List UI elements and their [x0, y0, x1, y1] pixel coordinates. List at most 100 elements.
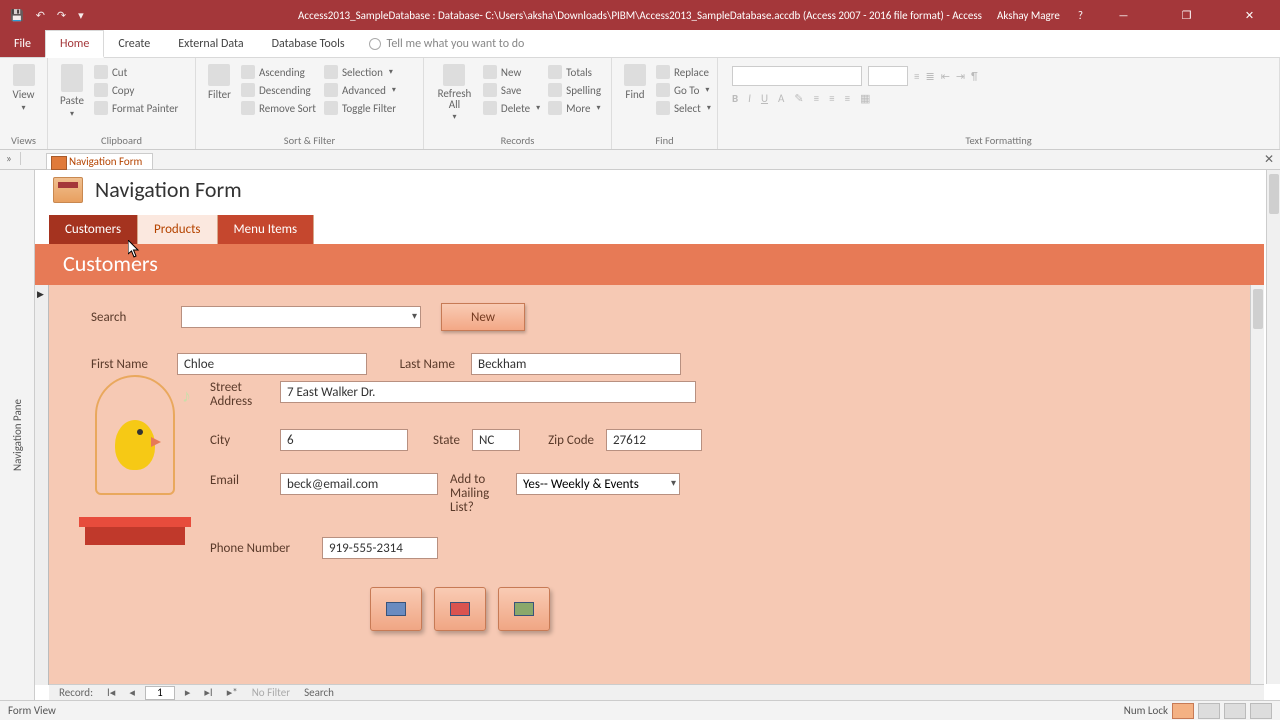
action-button-2[interactable]	[434, 587, 486, 631]
action-button-3[interactable]	[498, 587, 550, 631]
tab-home[interactable]: Home	[45, 30, 104, 58]
save-record-button[interactable]: Save	[479, 82, 544, 98]
close-button[interactable]: ✕	[1227, 0, 1272, 30]
tab-external-data[interactable]: External Data	[164, 30, 257, 57]
font-size-combo[interactable]	[868, 66, 908, 86]
bullets-icon[interactable]: ≡	[914, 70, 919, 83]
first-name-field[interactable]	[177, 353, 367, 375]
subform-scrollbar[interactable]	[1250, 285, 1264, 685]
recnav-last[interactable]: ▸I	[200, 686, 216, 699]
align-left-button[interactable]: ≡	[814, 92, 819, 105]
form-logo-icon	[53, 177, 83, 203]
remove-sort-button[interactable]: Remove Sort	[237, 100, 320, 116]
layout-view-button[interactable]	[1224, 703, 1246, 719]
doc-tab-navigation-form[interactable]: Navigation Form	[46, 153, 153, 169]
select-button[interactable]: Select▾	[652, 100, 715, 116]
save-icon[interactable]: 💾	[10, 9, 24, 22]
design-view-button[interactable]	[1250, 703, 1272, 719]
label-last-name: Last Name	[383, 357, 455, 372]
undo-icon[interactable]: ↶	[36, 9, 45, 22]
ltr-icon[interactable]: ¶	[971, 70, 977, 83]
navtab-menu-items[interactable]: Menu Items	[218, 215, 315, 244]
navtab-customers[interactable]: Customers	[49, 215, 138, 244]
toggle-filter-button[interactable]: Toggle Filter	[320, 100, 400, 116]
underline-button[interactable]: U	[761, 92, 768, 105]
email-field[interactable]	[280, 473, 438, 495]
recnav-new[interactable]: ▸*	[223, 686, 242, 699]
record-selector[interactable]	[35, 285, 49, 685]
descending-button[interactable]: Descending	[237, 82, 320, 98]
street-field[interactable]	[280, 381, 696, 403]
zip-field[interactable]	[606, 429, 702, 451]
navtab-products[interactable]: Products	[138, 215, 218, 244]
more-button[interactable]: More▾	[544, 100, 605, 116]
recnav-position[interactable]	[145, 686, 175, 700]
copy-button[interactable]: Copy	[90, 82, 182, 98]
help-icon[interactable]: ?	[1078, 9, 1083, 22]
datasheet-view-button[interactable]	[1198, 703, 1220, 719]
spelling-button[interactable]: Spelling	[544, 82, 605, 98]
fill-color-button[interactable]: ▦	[860, 92, 870, 105]
view-button[interactable]: View▾	[6, 62, 41, 127]
search-combo[interactable]	[181, 306, 421, 328]
highlight-button[interactable]: ✎	[794, 92, 803, 105]
totals-button[interactable]: Totals	[544, 64, 605, 80]
replace-button[interactable]: Replace	[652, 64, 715, 80]
font-name-combo[interactable]	[732, 66, 862, 86]
italic-button[interactable]: I	[748, 92, 751, 105]
user-name[interactable]: Akshay Magre	[997, 9, 1060, 22]
tab-file[interactable]: File	[0, 30, 45, 57]
font-color-button[interactable]: A	[778, 92, 784, 105]
recnav-next[interactable]: ▸	[181, 686, 195, 699]
selection-button[interactable]: Selection▾	[320, 64, 400, 80]
tell-me[interactable]: Tell me what you want to do	[369, 30, 525, 57]
qat-customize-icon[interactable]: ▾	[78, 9, 84, 22]
align-center-button[interactable]: ≡	[829, 92, 834, 105]
ascending-button[interactable]: Ascending	[237, 64, 320, 80]
restore-button[interactable]: ❐	[1164, 0, 1209, 30]
recnav-search[interactable]: Search	[300, 686, 338, 699]
refresh-icon	[443, 64, 465, 86]
goto-button[interactable]: Go To▾	[652, 82, 715, 98]
advanced-button[interactable]: Advanced▾	[320, 82, 400, 98]
numbering-icon[interactable]: ≣	[925, 70, 934, 83]
shutter-bar-open[interactable]: »	[6, 152, 21, 165]
bold-button[interactable]: B	[732, 92, 738, 105]
align-right-button[interactable]: ≡	[845, 92, 850, 105]
new-record-form-button[interactable]: New	[441, 303, 525, 331]
status-bar: Form View Num Lock	[0, 700, 1280, 720]
replace-icon	[656, 65, 670, 79]
delete-button[interactable]: Delete▾	[479, 100, 544, 116]
action-button-1[interactable]	[370, 587, 422, 631]
tab-database-tools[interactable]: Database Tools	[258, 30, 359, 57]
goto-icon	[656, 83, 670, 97]
form-scrollbar[interactable]	[1266, 170, 1280, 684]
recnav-filter[interactable]: No Filter	[248, 686, 294, 699]
toggle-filter-icon	[324, 101, 338, 115]
last-name-field[interactable]	[471, 353, 681, 375]
navigation-pane-collapsed[interactable]: Navigation Pane	[0, 170, 35, 700]
state-field[interactable]	[472, 429, 520, 451]
filter-button[interactable]: Filter	[202, 62, 237, 116]
new-record-button[interactable]: New	[479, 64, 544, 80]
navigation-tabs: Customers Products Menu Items	[49, 215, 1280, 244]
action-icon-3	[514, 602, 534, 616]
minimize-button[interactable]: —	[1101, 0, 1146, 30]
cut-button[interactable]: Cut	[90, 64, 182, 80]
paste-button[interactable]: Paste▾	[54, 62, 90, 133]
phone-field[interactable]	[322, 537, 438, 559]
format-painter-button[interactable]: Format Painter	[90, 100, 182, 116]
indent-dec-icon[interactable]: ⇤	[941, 70, 950, 83]
find-button[interactable]: Find	[618, 62, 652, 116]
close-tab-button[interactable]: ✕	[1264, 152, 1274, 167]
recnav-prev[interactable]: ◂	[125, 686, 139, 699]
tab-create[interactable]: Create	[104, 30, 164, 57]
mailing-combo[interactable]	[516, 473, 680, 495]
cut-icon	[94, 65, 108, 79]
city-field[interactable]	[280, 429, 408, 451]
recnav-first[interactable]: I◂	[103, 686, 119, 699]
form-view-button[interactable]	[1172, 703, 1194, 719]
refresh-all-button[interactable]: Refresh All▾	[430, 62, 479, 136]
redo-icon[interactable]: ↷	[57, 9, 66, 22]
indent-inc-icon[interactable]: ⇥	[956, 70, 965, 83]
